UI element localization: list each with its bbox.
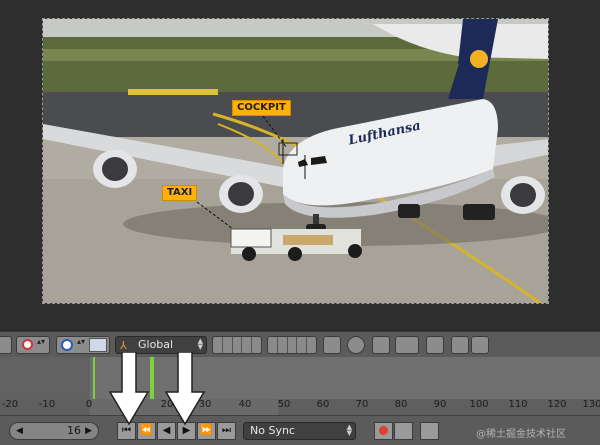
ruler-tick: -20 bbox=[1, 399, 19, 410]
ruler-tick: -10 bbox=[38, 399, 56, 410]
lock-layers-icon[interactable] bbox=[323, 336, 341, 354]
frame-ruler[interactable]: -20 -10 0 10 20 30 40 50 60 70 80 90 100… bbox=[0, 399, 600, 415]
ruler-tick: 70 bbox=[355, 399, 369, 410]
ruler-tick: 0 bbox=[85, 399, 93, 410]
select-arrows-icon: ▲ ▼ bbox=[346, 423, 352, 437]
record-button[interactable] bbox=[374, 422, 393, 440]
playback-footer: ◀ 16 ▶ ⏮ ⏪ ◀ ▶ ⏩ ⏭ No Sync ▲ ▼ @稀土掘金技术社区 bbox=[0, 415, 600, 445]
cockpit-marker-label[interactable]: COCKPIT bbox=[232, 100, 291, 116]
sync-icon[interactable] bbox=[426, 336, 444, 354]
sync-mode-select[interactable]: No Sync ▲ ▼ bbox=[243, 422, 356, 440]
ruler-tick: 40 bbox=[238, 399, 252, 410]
clip-editor-viewport[interactable]: COCKPIT TAXI Lufthansa bbox=[0, 0, 600, 330]
proportional-edit-icon[interactable]: ▴▾ bbox=[16, 336, 50, 354]
render-layer-icon[interactable] bbox=[347, 336, 365, 354]
select-arrows-icon: ▲ ▼ bbox=[197, 337, 203, 351]
movie-clip-frame[interactable]: COCKPIT TAXI Lufthansa bbox=[42, 18, 549, 304]
annotation-arrow-left-icon bbox=[108, 352, 150, 426]
current-frame-field[interactable]: ◀ 16 ▶ bbox=[9, 422, 99, 440]
timeline-area[interactable] bbox=[0, 357, 600, 399]
watermark-text: @稀土掘金技术社区 bbox=[476, 429, 566, 440]
ruler-tick: 130 bbox=[582, 399, 600, 410]
layer-buttons-right[interactable] bbox=[267, 336, 317, 354]
ruler-tick: 100 bbox=[469, 399, 489, 410]
annotation-arrow-right-icon bbox=[164, 352, 206, 426]
ruler-tick: 80 bbox=[394, 399, 408, 410]
snap-element-icon[interactable] bbox=[395, 336, 419, 354]
render-animation-icon[interactable] bbox=[471, 336, 489, 354]
ruler-tick: 90 bbox=[433, 399, 447, 410]
snap-icon[interactable]: ▴▾ bbox=[56, 336, 110, 354]
timeline-preroll-shade bbox=[0, 357, 90, 399]
ruler-tick: 120 bbox=[547, 399, 567, 410]
keyframe-marker bbox=[150, 357, 154, 399]
taxi-marker-label[interactable]: TAXI bbox=[162, 185, 198, 201]
keying-set-icon[interactable] bbox=[394, 422, 413, 440]
current-frame-line[interactable] bbox=[93, 357, 95, 399]
jump-to-end-button[interactable]: ⏭ bbox=[217, 422, 236, 440]
magnet-icon[interactable] bbox=[372, 336, 390, 354]
editor-type-button[interactable] bbox=[0, 336, 12, 354]
decrement-arrow-icon[interactable]: ◀ bbox=[16, 423, 23, 439]
render-still-icon[interactable] bbox=[451, 336, 469, 354]
ruler-tick: 60 bbox=[316, 399, 330, 410]
timeline-header-toolbar: ▴▾ ▴▾ ⅄ Global ▲ ▼ bbox=[0, 331, 600, 358]
insert-keyframe-icon[interactable] bbox=[420, 422, 439, 440]
ruler-tick: 110 bbox=[508, 399, 528, 410]
ruler-tick: 50 bbox=[277, 399, 291, 410]
increment-arrow-icon[interactable]: ▶ bbox=[85, 423, 92, 439]
airport-scene-image bbox=[43, 19, 548, 303]
layer-buttons-left[interactable] bbox=[212, 336, 262, 354]
